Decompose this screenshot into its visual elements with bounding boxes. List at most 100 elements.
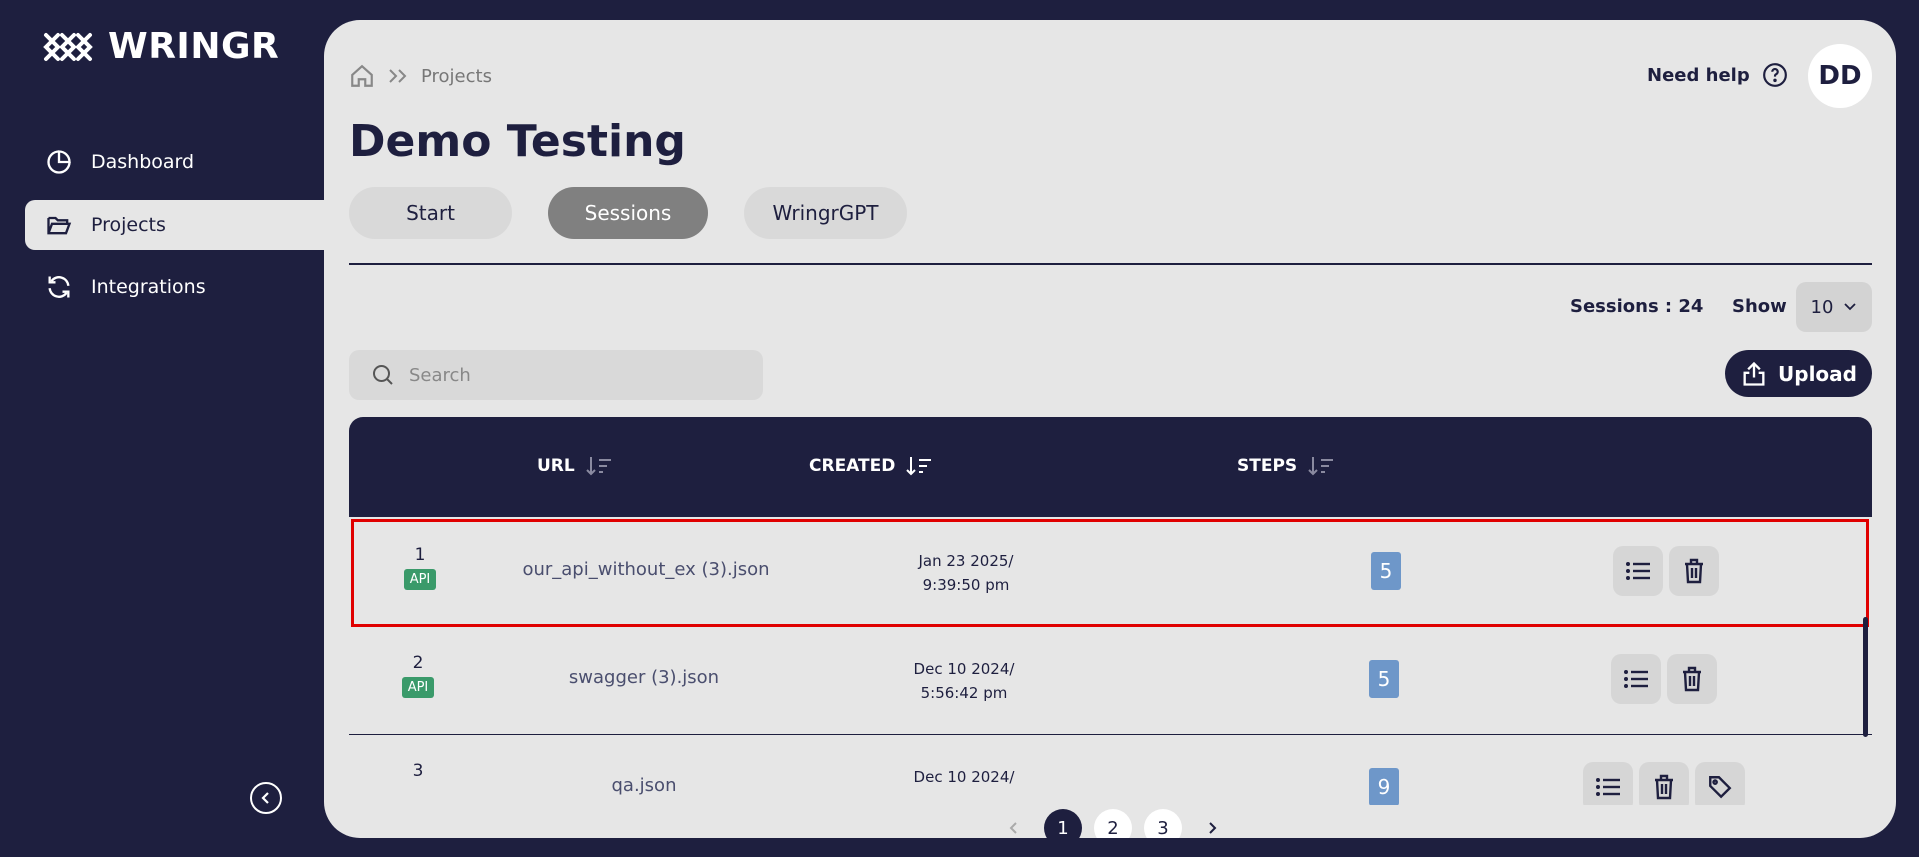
url-cell[interactable]: qa.json bbox=[469, 775, 819, 796]
sessions-table: URL CREATED STEPS 1 API our_api_without_… bbox=[349, 417, 1872, 805]
page-button-2[interactable]: 2 bbox=[1094, 809, 1132, 838]
home-icon[interactable] bbox=[349, 63, 375, 89]
show-label: Show bbox=[1732, 296, 1787, 317]
wringr-logo-icon bbox=[43, 32, 93, 61]
created-time: 5:56:42 pm bbox=[920, 684, 1008, 702]
sidebar-item-label: Projects bbox=[91, 214, 166, 236]
collapse-sidebar-button[interactable] bbox=[250, 782, 282, 814]
help-label: Need help bbox=[1647, 64, 1750, 86]
sidebar-item-integrations[interactable]: Integrations bbox=[25, 262, 325, 312]
page-size-value: 10 bbox=[1810, 296, 1834, 318]
page-button-1[interactable]: 1 bbox=[1044, 809, 1082, 838]
chevron-down-icon bbox=[1844, 303, 1857, 311]
double-chevron-right-icon bbox=[389, 69, 407, 83]
column-header-created[interactable]: CREATED bbox=[809, 455, 933, 477]
steps-badge: 9 bbox=[1369, 768, 1399, 805]
type-badge: API bbox=[401, 677, 435, 698]
created-cell: Dec 10 2024/ bbox=[879, 765, 1049, 789]
row-number: 3 bbox=[412, 761, 424, 781]
view-steps-button[interactable] bbox=[1583, 762, 1633, 805]
table-scrollbar[interactable] bbox=[1863, 617, 1868, 737]
brand-logo[interactable]: WRINGR bbox=[42, 26, 279, 67]
column-label: CREATED bbox=[809, 456, 896, 476]
page-title: Demo Testing bbox=[349, 116, 686, 167]
created-date: Dec 10 2024/ bbox=[913, 660, 1015, 678]
tag-button[interactable] bbox=[1695, 762, 1745, 805]
tab-bar: Start Sessions WringrGPT bbox=[349, 187, 907, 239]
created-cell: Dec 10 2024/ 5:56:42 pm bbox=[879, 657, 1049, 705]
created-date: Dec 10 2024/ bbox=[913, 768, 1015, 786]
upload-icon bbox=[1743, 361, 1765, 386]
table-row[interactable]: 3 qa.json Dec 10 2024/ 9 bbox=[349, 735, 1872, 805]
sidebar-item-label: Dashboard bbox=[91, 151, 195, 173]
chevron-left-icon bbox=[261, 792, 269, 804]
table-header: URL CREATED STEPS bbox=[349, 417, 1872, 517]
steps-badge: 5 bbox=[1371, 552, 1401, 590]
url-cell[interactable]: our_api_without_ex (3).json bbox=[471, 559, 821, 580]
table-body: 1 API our_api_without_ex (3).json Jan 23… bbox=[349, 519, 1872, 805]
search-input[interactable] bbox=[409, 364, 709, 386]
pie-chart-icon bbox=[47, 150, 71, 174]
chevron-right-icon bbox=[1209, 822, 1217, 834]
sidebar: WRINGR Dashboard Projects Integrations bbox=[0, 0, 325, 857]
row-number-cell: 1 API bbox=[389, 545, 451, 590]
chevron-left-icon bbox=[1009, 822, 1017, 834]
page-size-select[interactable]: 10 bbox=[1796, 282, 1872, 332]
row-number: 2 bbox=[412, 653, 424, 673]
help-link[interactable]: Need help bbox=[1647, 62, 1788, 88]
row-number: 1 bbox=[414, 545, 426, 565]
column-label: STEPS bbox=[1237, 456, 1298, 476]
refresh-icon bbox=[48, 276, 70, 298]
tab-sessions[interactable]: Sessions bbox=[548, 187, 708, 239]
sort-icon[interactable] bbox=[585, 455, 613, 477]
table-row[interactable]: 1 API our_api_without_ex (3).json Jan 23… bbox=[351, 519, 1869, 627]
sidebar-item-projects[interactable]: Projects bbox=[25, 200, 325, 250]
url-cell[interactable]: swagger (3).json bbox=[469, 667, 819, 688]
created-cell: Jan 23 2025/ 9:39:50 pm bbox=[881, 549, 1051, 597]
delete-button[interactable] bbox=[1667, 654, 1717, 704]
page-button-3[interactable]: 3 bbox=[1144, 809, 1182, 838]
row-number-cell: 2 API bbox=[387, 653, 449, 698]
delete-button[interactable] bbox=[1669, 546, 1719, 596]
prev-page-button[interactable] bbox=[994, 809, 1032, 838]
view-steps-button[interactable] bbox=[1613, 546, 1663, 596]
avatar[interactable]: DD bbox=[1808, 44, 1872, 108]
sidebar-item-dashboard[interactable]: Dashboard bbox=[25, 137, 325, 187]
sessions-count: Sessions : 24 bbox=[1570, 296, 1704, 317]
folder-open-icon bbox=[47, 216, 72, 235]
upload-button[interactable]: Upload bbox=[1725, 350, 1872, 397]
trash-icon bbox=[1655, 774, 1673, 800]
sort-icon[interactable] bbox=[1307, 455, 1335, 477]
breadcrumb-projects[interactable]: Projects bbox=[421, 66, 492, 87]
list-icon bbox=[1624, 670, 1648, 688]
tab-wringrgpt[interactable]: WringrGPT bbox=[744, 187, 907, 239]
upload-label: Upload bbox=[1778, 361, 1857, 386]
delete-button[interactable] bbox=[1639, 762, 1689, 805]
type-badge: API bbox=[403, 569, 437, 590]
created-time: 9:39:50 pm bbox=[922, 576, 1010, 594]
search-box[interactable] bbox=[349, 350, 763, 400]
trash-icon bbox=[1683, 666, 1701, 692]
search-icon bbox=[373, 365, 393, 385]
next-page-button[interactable] bbox=[1194, 809, 1232, 838]
sidebar-item-label: Integrations bbox=[91, 276, 206, 298]
tag-icon bbox=[1709, 776, 1732, 799]
column-header-url[interactable]: URL bbox=[537, 455, 613, 477]
view-steps-button[interactable] bbox=[1611, 654, 1661, 704]
brand-name: WRINGR bbox=[108, 26, 280, 67]
list-icon bbox=[1596, 778, 1620, 796]
question-circle-icon bbox=[1762, 63, 1787, 87]
row-number-cell: 3 bbox=[387, 761, 449, 781]
tab-start[interactable]: Start bbox=[349, 187, 512, 239]
steps-badge: 5 bbox=[1369, 660, 1399, 698]
created-date: Jan 23 2025/ bbox=[918, 552, 1014, 570]
sort-icon[interactable] bbox=[905, 455, 933, 477]
table-row[interactable]: 2 API swagger (3).json Dec 10 2024/ 5:56… bbox=[349, 627, 1872, 735]
column-label: URL bbox=[537, 456, 575, 476]
main-panel: Projects Need help DD Demo Testing Start… bbox=[324, 20, 1896, 838]
trash-icon bbox=[1685, 558, 1703, 584]
column-header-steps[interactable]: STEPS bbox=[1237, 455, 1335, 477]
list-icon bbox=[1626, 562, 1650, 580]
breadcrumb: Projects bbox=[349, 63, 492, 89]
tabs-divider bbox=[349, 263, 1872, 265]
